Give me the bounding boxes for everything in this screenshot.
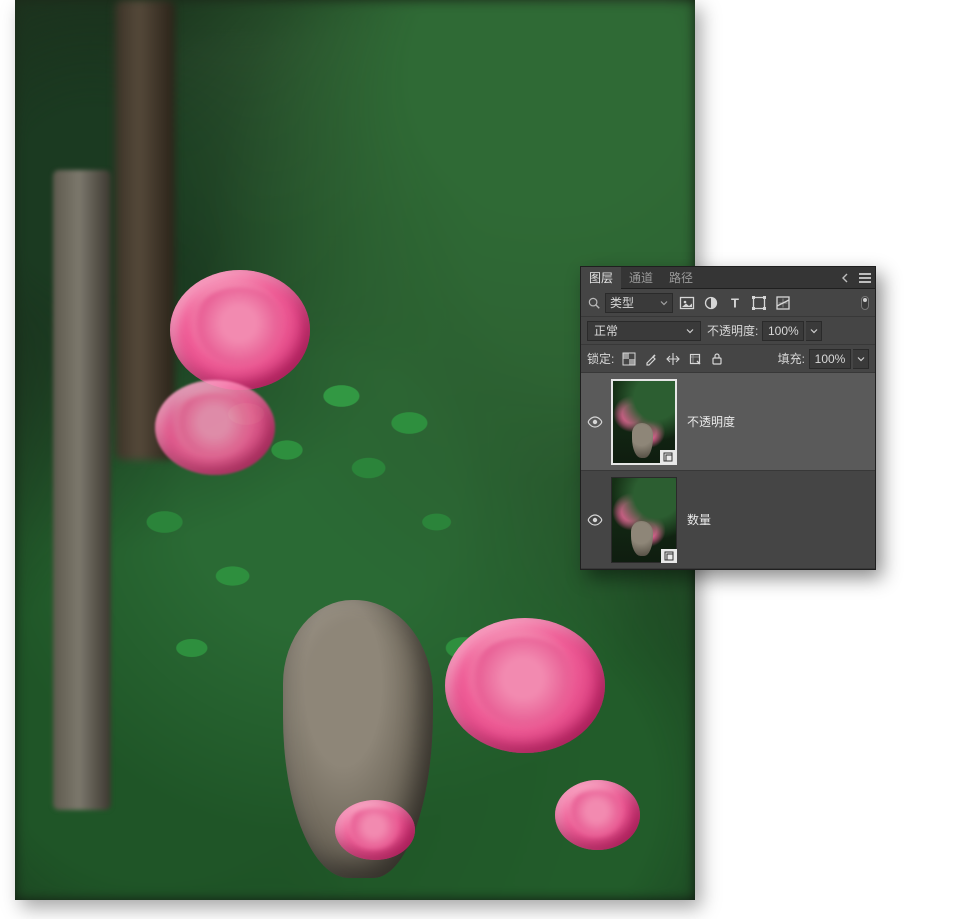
photo-stone-pillar [53,170,111,810]
search-icon [587,296,601,310]
opacity-dropdown[interactable] [806,321,822,341]
smart-object-icon [661,549,677,563]
photo-tree-trunk [115,0,175,460]
lock-row: 锁定: 填充: 100% [581,345,875,373]
photo-rose [155,380,275,475]
layers-panel: 图层 通道 路径 类型 T [580,266,876,570]
blend-mode-select[interactable]: 正常 [587,321,701,341]
tab-layers[interactable]: 图层 [581,267,621,289]
photo-rose [445,618,605,753]
tab-paths[interactable]: 路径 [661,267,701,289]
layer-thumbnail[interactable] [611,477,677,563]
text-filter-icon[interactable]: T [727,295,743,311]
lock-all-icon[interactable] [710,352,724,366]
panel-tabs: 图层 通道 路径 [581,267,875,289]
photo-rose [555,780,640,850]
eye-icon [587,416,603,428]
layer-name[interactable]: 数量 [687,511,711,528]
layer-name[interactable]: 不透明度 [687,413,735,430]
blend-row: 正常 不透明度: 100% [581,317,875,345]
lock-paint-icon[interactable] [644,352,658,366]
opacity-label: 不透明度: [707,322,758,339]
layer-thumbnail[interactable] [611,379,677,465]
image-filter-icon[interactable] [679,295,695,311]
shape-filter-icon[interactable] [751,295,767,311]
tab-channels[interactable]: 通道 [621,267,661,289]
collapse-panel-icon[interactable] [835,267,855,289]
filter-type-label: 类型 [610,294,634,311]
adjustment-filter-icon[interactable] [703,295,719,311]
lock-artboard-icon[interactable] [688,352,702,366]
fill-value[interactable]: 100% [809,349,851,369]
filter-toggle[interactable] [857,295,869,311]
filter-row: 类型 T [581,289,875,317]
layer-row[interactable]: 不透明度 [581,373,875,471]
fill-label: 填充: [778,350,805,367]
chevron-down-icon [686,327,694,335]
filter-type-select[interactable]: 类型 [605,293,673,313]
lock-icons [622,352,724,366]
blend-mode-value: 正常 [594,322,618,339]
eye-icon [587,514,603,526]
lock-transparency-icon[interactable] [622,352,636,366]
layer-list: 不透明度 数量 [581,373,875,569]
filter-icons: T [679,295,857,311]
fill-dropdown[interactable] [853,349,869,369]
lock-position-icon[interactable] [666,352,680,366]
visibility-toggle[interactable] [581,416,609,428]
smart-object-icon [660,450,676,464]
photo-rose [170,270,310,390]
visibility-toggle[interactable] [581,514,609,526]
layer-row[interactable]: 数量 [581,471,875,569]
smart-filter-icon[interactable] [775,295,791,311]
chevron-down-icon [660,299,668,307]
panel-menu-icon[interactable] [855,267,875,289]
photo-rose [335,800,415,860]
svg-text:T: T [731,295,739,310]
lock-label: 锁定: [587,350,614,367]
opacity-value[interactable]: 100% [762,321,804,341]
